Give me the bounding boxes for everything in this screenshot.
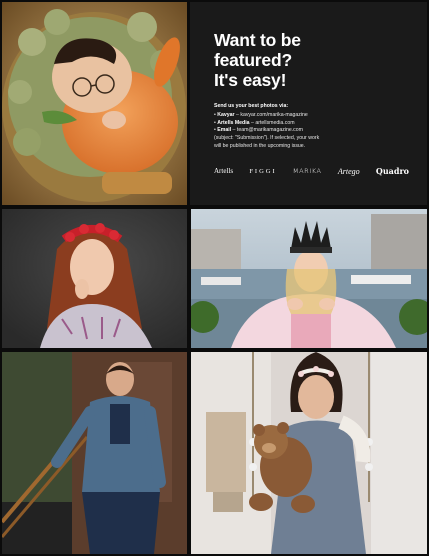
email-link[interactable]: – team@marikamagazine.com [231,127,303,133]
headline-line-2: featured? [214,50,292,70]
kavyar-label: Kavyar [217,111,235,118]
crown-girl-photo [191,209,427,348]
partner-logos: Artells FIGGI MARIKA Artego Quadro [214,166,409,177]
submission-info-panel: Want to be featured? It's easy! Send us … [190,2,427,205]
newborn-photo [2,2,187,205]
denim-boy-photo [2,352,187,554]
artells-logo: Artells [214,167,234,175]
headline-line-1: Want to be [214,30,301,50]
quadro-logo: Quadro [375,166,409,176]
instruction-note-2: will be published in the upcoming issue. [214,142,306,149]
kavyar-link[interactable]: – kavyar.com/marika-magazine [235,112,308,118]
artells-label: Artells Media [217,119,250,126]
magazine-page: Want to be featured? It's easy! Send us … [0,0,429,556]
headline: Want to be featured? It's easy! [214,30,405,90]
instructions-lead: Send us your best photos via: [214,103,289,109]
instruction-note-1: (subject: "Submission"). If selected, yo… [214,135,320,142]
instruction-kavyar: • Kavyar – kavyar.com/marika-magazine [214,111,308,118]
artells-link[interactable]: – artellsmedia.com [250,120,295,126]
headline-line-3: It's easy! [214,70,287,90]
submission-instructions: Send us your best photos via: • Kavyar –… [214,103,405,151]
teddy-bear-girl-photo [191,352,427,554]
red-hair-girl-photo [2,209,187,348]
email-label: Email [217,127,232,134]
instruction-email: • Email – team@marikamagazine.com [214,127,303,134]
figgi-logo: FIGGI [249,168,277,175]
instruction-artells: • Artells Media – artellsmedia.com [214,119,295,126]
marika-logo: MARIKA [292,167,322,175]
artego-logo: Artego [337,167,360,176]
